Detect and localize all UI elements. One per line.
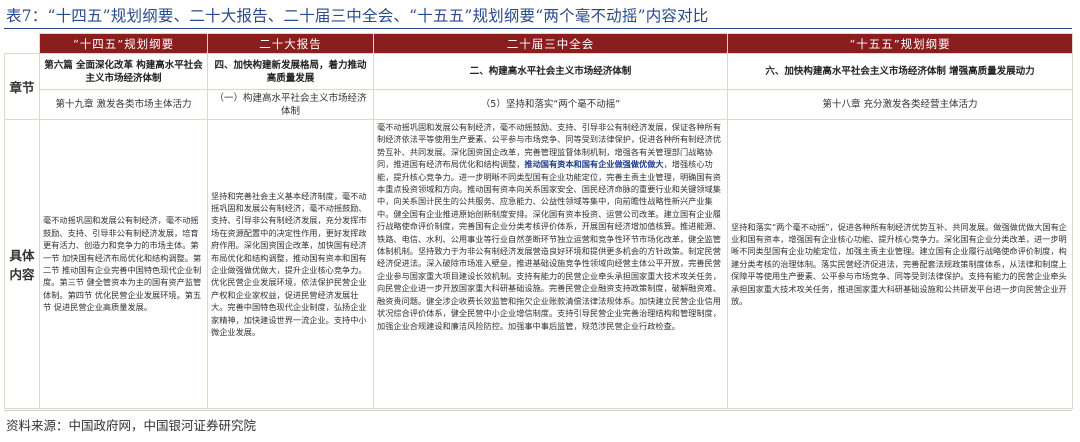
chapter-20th-congress: 四、加快构建新发展格局，着力推动高质量发展	[207, 53, 374, 90]
content-14th-plan: 毫不动摇巩固和发展公有制经济，毫不动摇鼓励、支持、引导非公有制经济发展，培育更有…	[39, 119, 208, 409]
content-15th-plan: 坚持和落实“两个毫不动摇”，促进各种所有制经济优势互补、共同发展。做强做优做大国…	[727, 119, 1073, 409]
row-label-chapter: 章节	[4, 53, 40, 120]
header-row: “十四五”规划纲要 二十大报告 二十届三中全会 “十五五”规划纲要	[4, 33, 1073, 54]
header-20th-congress: 二十大报告	[207, 33, 374, 54]
header-third-plenum: 二十届三中全会	[373, 33, 728, 54]
chapter-14th-plan: 第六篇 全面深化改革 构建高水平社会主义市场经济体制	[39, 53, 208, 90]
table-title: 表7：“十四五”规划纲要、二十大报告、二十届三中全会、“十五五”规划纲要“两个毫…	[6, 7, 709, 25]
chapter-15th-plan: 六、加快构建高水平社会主义市场经济体制 增强高质量发展动力	[727, 53, 1073, 90]
source-note: 资料来源：中国政府网，中国银河证券研究院	[6, 418, 257, 433]
section-15th-plan: 第十八章 充分激发各类经营主体活力	[727, 89, 1073, 120]
content-third-plenum-highlight: 推动国有资本和国有企业做强做优做大	[524, 159, 664, 170]
section-row: 第十九章 激发各类市场主体活力 （一）构建高水平社会主义市场经济体制 （5）坚持…	[5, 89, 1073, 120]
content-row: 具体内容 毫不动摇巩固和发展公有制经济，毫不动摇鼓励、支持、引导非公有制经济发展…	[4, 119, 1073, 409]
comparison-table: “十四五”规划纲要 二十大报告 二十届三中全会 “十五五”规划纲要 章节 第六篇…	[4, 33, 1073, 409]
content-third-plenum-part2: ，增强核心功能，提升核心竞争力。进一步明晰不同类型国有企业功能定位，完善主责主业…	[377, 159, 721, 331]
chapter-row: 章节 第六篇 全面深化改革 构建高水平社会主义市场经济体制 四、加快构建新发展格…	[4, 53, 1073, 120]
row-label-content: 具体内容	[4, 119, 40, 409]
header-15th-plan: “十五五”规划纲要	[727, 33, 1073, 54]
footer-divider	[4, 410, 1072, 411]
content-third-plenum: 毫不动摇巩固和发展公有制经济，毫不动摇鼓励、支持、引导非公有制经济发展，保证各种…	[373, 119, 728, 409]
section-20th-congress: （一）构建高水平社会主义市场经济体制	[207, 89, 374, 120]
section-14th-plan: 第十九章 激发各类市场主体活力	[39, 89, 208, 120]
chapter-third-plenum: 二、构建高水平社会主义市场经济体制	[373, 53, 728, 90]
section-third-plenum: （5）坚持和落实“两个毫不动摇”	[373, 89, 728, 120]
header-corner-cell	[4, 33, 40, 54]
content-20th-congress: 坚持和完善社会主义基本经济制度，毫不动摇巩固和发展公有制经济，毫不动摇鼓励、支持…	[207, 119, 374, 409]
title-divider	[4, 28, 1072, 29]
header-14th-plan: “十四五”规划纲要	[39, 33, 208, 54]
